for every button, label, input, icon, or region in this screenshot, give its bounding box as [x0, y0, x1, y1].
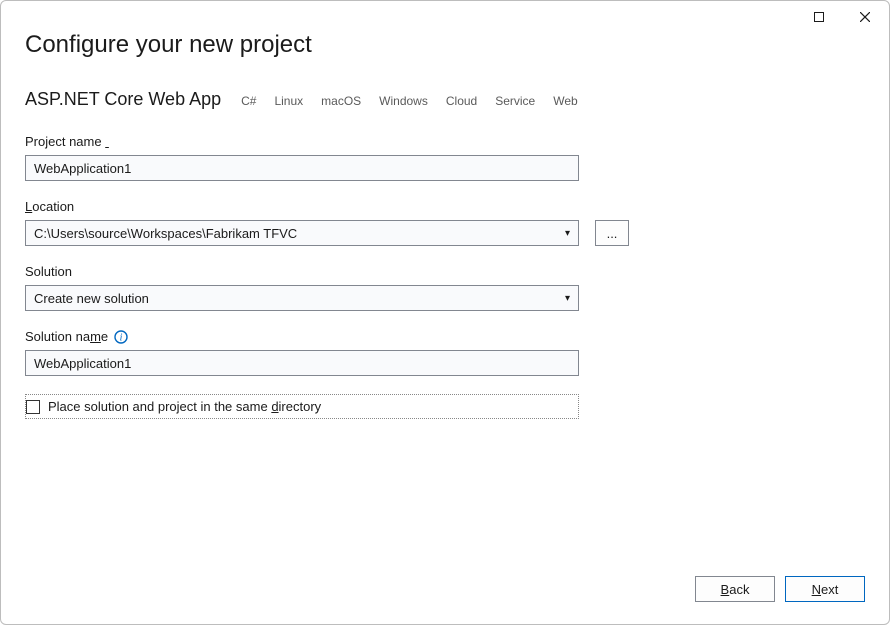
location-combo[interactable]: C:\Users\source\Workspaces\Fabrikam TFVC…: [25, 220, 579, 246]
tag-item: Linux: [274, 94, 303, 108]
solution-name-label: Solution name i: [25, 329, 865, 344]
maximize-icon: [814, 12, 824, 22]
close-button[interactable]: [843, 3, 887, 31]
page-title: Configure your new project: [25, 31, 865, 59]
tag-item: macOS: [321, 94, 361, 108]
location-value: C:\Users\source\Workspaces\Fabrikam TFVC: [34, 226, 297, 241]
solution-label: Solution: [25, 264, 865, 279]
close-icon: [860, 12, 870, 22]
tag-item: Cloud: [446, 94, 477, 108]
solution-combo[interactable]: Create new solution ▾: [25, 285, 579, 311]
project-name-label: Project name: [25, 134, 865, 149]
solution-name-input[interactable]: [25, 350, 579, 376]
tag-item: C#: [241, 94, 256, 108]
tag-item: Windows: [379, 94, 428, 108]
same-directory-label: Place solution and project in the same d…: [48, 399, 321, 414]
location-label: Location: [25, 199, 865, 214]
solution-value: Create new solution: [34, 291, 149, 306]
maximize-button[interactable]: [797, 3, 841, 31]
next-button[interactable]: Next: [785, 576, 865, 602]
project-name-input[interactable]: [25, 155, 579, 181]
tag-list: C# Linux macOS Windows Cloud Service Web: [241, 94, 578, 108]
info-icon[interactable]: i: [114, 330, 128, 344]
tag-item: Web: [553, 94, 577, 108]
template-name: ASP.NET Core Web App: [25, 89, 221, 110]
chevron-down-icon: ▾: [565, 293, 570, 304]
svg-text:i: i: [120, 332, 123, 343]
back-button[interactable]: Back: [695, 576, 775, 602]
tag-item: Service: [495, 94, 535, 108]
browse-location-button[interactable]: ...: [595, 220, 629, 246]
chevron-down-icon: ▾: [565, 228, 570, 239]
same-directory-checkbox[interactable]: [26, 400, 40, 414]
same-directory-checkbox-row[interactable]: Place solution and project in the same d…: [25, 394, 579, 419]
